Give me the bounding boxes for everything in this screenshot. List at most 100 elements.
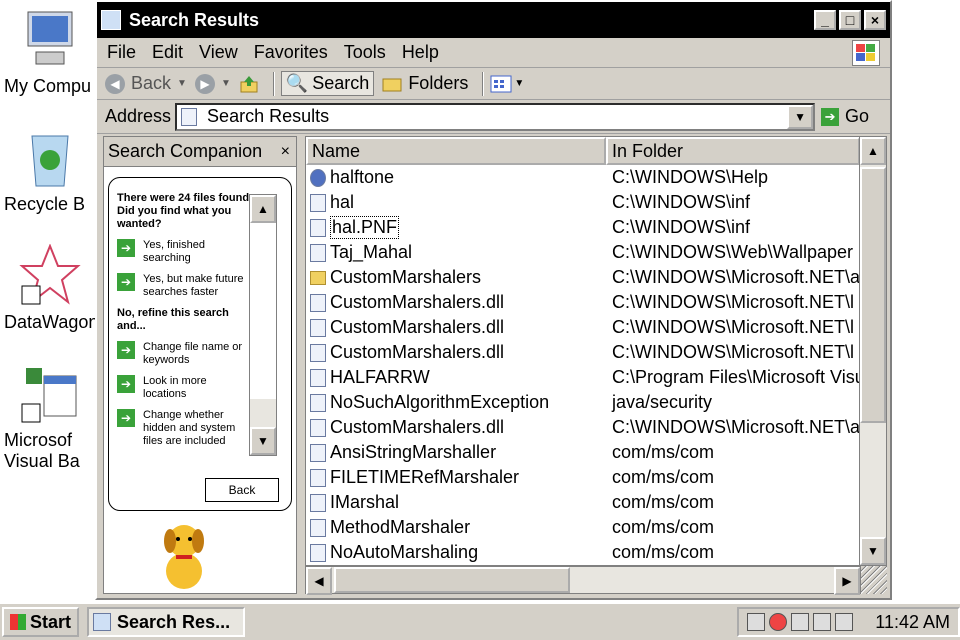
desktop-icon-datawagon[interactable]: DataWagon <box>0 243 100 333</box>
window-title: Search Results <box>129 9 260 30</box>
desktop-icon-label-line2: Visual Ba <box>4 451 80 471</box>
hscroll-thumb[interactable] <box>334 567 570 593</box>
start-button[interactable]: Start <box>2 607 80 637</box>
go-button[interactable]: ➔ Go <box>821 106 869 127</box>
option-change-name[interactable]: ➔ Change file name or keywords <box>117 341 253 367</box>
file-name-cell: hal <box>306 192 606 213</box>
companion-scrollbar[interactable]: ▲ ▼ <box>249 194 277 456</box>
file-icon <box>310 543 326 562</box>
clock: 11:42 AM <box>875 611 950 632</box>
folders-button[interactable]: Folders <box>382 73 468 94</box>
forward-dropdown-icon[interactable]: ▼ <box>221 78 231 89</box>
table-row[interactable]: hal.PNF C:\WINDOWS\inf <box>306 215 860 240</box>
scroll-right-button[interactable]: ▶ <box>834 567 860 595</box>
keyboard-icon[interactable] <box>747 613 766 631</box>
address-dropdown-button[interactable]: ▼ <box>787 104 814 129</box>
folder-path-cell: C:\WINDOWS\Help <box>612 167 769 187</box>
horizontal-scrollbar[interactable]: ◀ ▶ <box>305 566 861 595</box>
table-row[interactable]: IMarshal com/ms/com <box>306 490 860 515</box>
option-finished[interactable]: ➔ Yes, finished searching <box>117 239 253 265</box>
file-icon <box>310 343 326 362</box>
resize-grip[interactable] <box>861 566 887 594</box>
table-row[interactable]: NoAutoMarshaling com/ms/com <box>306 540 860 565</box>
menu-help[interactable]: Help <box>402 42 439 63</box>
file-name: HALFARRW <box>330 367 430 387</box>
close-button[interactable]: × <box>864 10 886 30</box>
search-window-icon <box>93 613 112 631</box>
desktop-icon-my-computer[interactable]: My Compu <box>0 8 100 97</box>
title-bar[interactable]: Search Results _ □ × <box>97 2 890 38</box>
green-arrow-icon: ➔ <box>117 239 135 257</box>
rover-dog-icon[interactable] <box>154 519 214 591</box>
option-label: Yes, finished searching <box>143 239 205 264</box>
taskbar-item-search-results[interactable]: Search Res... <box>87 607 246 637</box>
option-more-locations[interactable]: ➔ Look in more locations <box>117 375 253 401</box>
file-icon <box>310 493 326 512</box>
search-companion-close-button[interactable]: × <box>281 143 290 161</box>
menu-view[interactable]: View <box>199 42 238 63</box>
back-label: Back <box>131 73 172 93</box>
file-name: IMarshal <box>330 492 400 512</box>
menu-favorites[interactable]: Favorites <box>254 42 328 63</box>
option-hidden-files[interactable]: ➔ Change whether hidden and system files… <box>117 409 253 448</box>
table-row[interactable]: FILETIMERefMarshaler com/ms/com <box>306 465 860 490</box>
scroll-left-button[interactable]: ◀ <box>306 567 332 595</box>
search-icon: 🔍 <box>285 73 309 93</box>
go-label: Go <box>845 106 870 126</box>
address-input[interactable]: Search Results ▼ <box>175 102 816 131</box>
search-button[interactable]: 🔍 Search <box>280 71 375 96</box>
security-alert-icon[interactable] <box>769 613 788 631</box>
vertical-scrollbar[interactable]: ▲ ▼ <box>859 136 887 566</box>
table-row[interactable]: halftone C:\WINDOWS\Help <box>306 165 860 190</box>
scheduler-icon[interactable] <box>791 613 810 631</box>
taskbar: Start Search Res... 11:42 AM <box>0 602 960 640</box>
option-label: Look in more locations <box>143 375 207 400</box>
menu-tools[interactable]: Tools <box>344 42 386 63</box>
table-row[interactable]: HALFARRW C:\Program Files\Microsoft Visu <box>306 365 860 390</box>
results-message: There were 24 files found. Did you find … <box>117 192 253 230</box>
table-row[interactable]: CustomMarshalers.dll C:\WINDOWS\Microsoft… <box>306 340 860 365</box>
folder-path-cell: com/ms/com <box>612 467 715 487</box>
desktop-icon-visual-basic[interactable]: Microsof Visual Ba <box>0 362 100 472</box>
desktop-icon-recycle-bin[interactable]: Recycle B <box>0 126 100 215</box>
desktop-icon-label: Recycle B <box>4 194 86 214</box>
column-header-in-folder[interactable]: In Folder <box>606 137 860 165</box>
network-icon[interactable] <box>813 613 832 631</box>
menu-file[interactable]: File <box>107 42 136 63</box>
table-row[interactable]: CustomMarshalers C:\WINDOWS\Microsoft.NET… <box>306 265 860 290</box>
folder-path-cell: C:\WINDOWS\inf <box>612 192 750 212</box>
column-header-name[interactable]: Name <box>306 137 606 165</box>
table-row[interactable]: NoSuchAlgorithmException java/security <box>306 390 860 415</box>
file-icon <box>310 218 326 237</box>
companion-back-button[interactable]: Back <box>205 478 279 502</box>
minimize-button[interactable]: _ <box>814 10 836 30</box>
table-row[interactable]: CustomMarshalers.dll C:\WINDOWS\Microsoft… <box>306 415 860 440</box>
forward-button[interactable]: ▶ ▼ <box>194 73 231 94</box>
table-row[interactable]: hal C:\WINDOWS\inf <box>306 190 860 215</box>
folder-path-cell: C:\WINDOWS\Microsoft.NET\l <box>612 342 854 362</box>
scroll-up-button[interactable]: ▲ <box>250 195 276 223</box>
back-dropdown-icon[interactable]: ▼ <box>177 78 187 89</box>
maximize-button[interactable]: □ <box>839 10 861 30</box>
scroll-up-button[interactable]: ▲ <box>860 137 886 165</box>
table-row[interactable]: Taj_Mahal C:\WINDOWS\Web\Wallpaper <box>306 240 860 265</box>
views-dropdown-icon: ▼ <box>514 78 525 89</box>
scroll-thumb[interactable] <box>860 167 886 423</box>
up-folder-button[interactable] <box>239 74 259 94</box>
table-row[interactable]: MethodMarshaler com/ms/com <box>306 515 860 540</box>
folder-path-cell: C:\WINDOWS\Microsoft.NET\a <box>612 267 860 287</box>
menu-edit[interactable]: Edit <box>152 42 183 63</box>
option-faster[interactable]: ➔ Yes, but make future searches faster <box>117 273 253 299</box>
volume-icon[interactable] <box>835 613 854 631</box>
table-row[interactable]: CustomMarshalers.dll C:\WINDOWS\Microsoft… <box>306 315 860 340</box>
file-name: FILETIMERefMarshaler <box>330 467 520 487</box>
back-button[interactable]: ◀ Back ▼ <box>105 73 187 94</box>
scroll-down-button[interactable]: ▼ <box>250 427 276 455</box>
file-icon <box>310 368 326 387</box>
address-label: Address <box>105 106 172 126</box>
table-row[interactable]: CustomMarshalers.dll C:\WINDOWS\Microsoft… <box>306 290 860 315</box>
desktop-icon-label: My Compu <box>4 76 92 96</box>
scroll-down-button[interactable]: ▼ <box>860 537 886 565</box>
views-button[interactable]: ▼ <box>490 75 524 93</box>
table-row[interactable]: AnsiStringMarshaller com/ms/com <box>306 440 860 465</box>
